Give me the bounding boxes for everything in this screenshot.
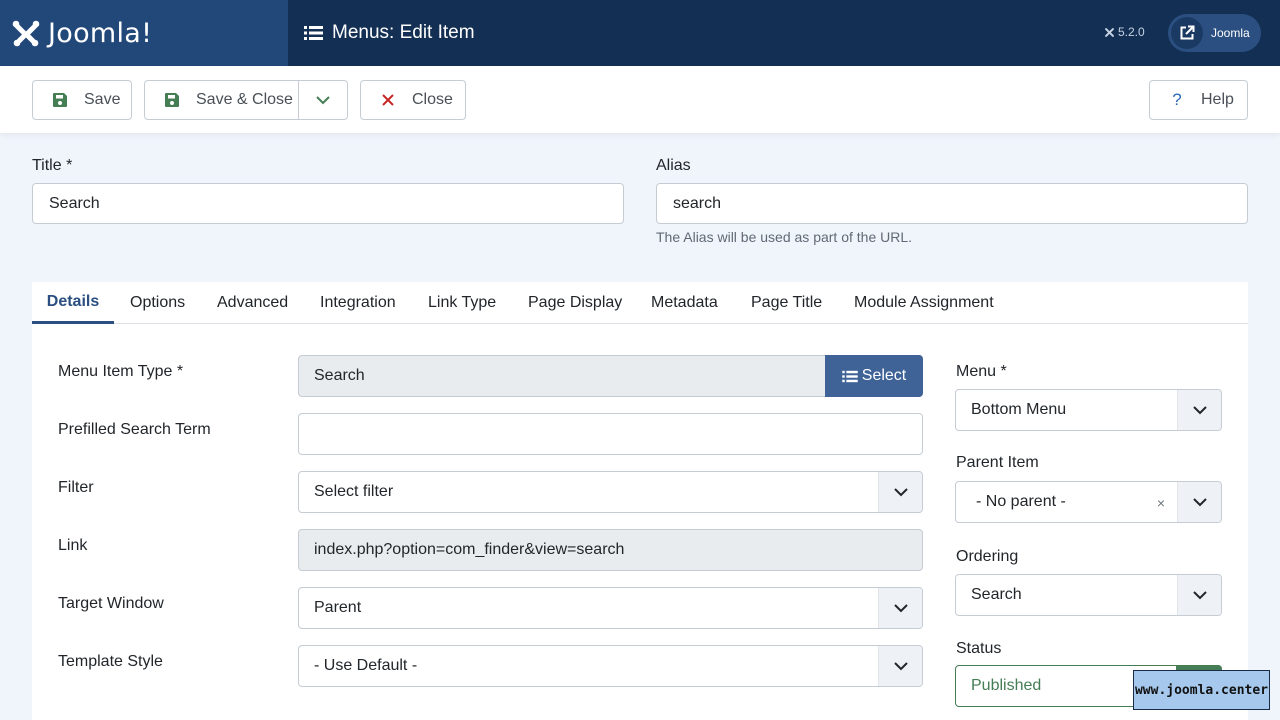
target-window-select[interactable]: Parent <box>298 587 923 629</box>
version-info: 5.2.0 <box>1104 25 1145 39</box>
tab-module-assignment[interactable]: Module Assignment <box>854 282 994 324</box>
question-icon: ? <box>1172 90 1182 109</box>
select-type-button[interactable]: Select <box>825 355 923 397</box>
filter-label: Filter <box>58 479 94 496</box>
tab-bar: Details Options Advanced Integration Lin… <box>32 282 1248 324</box>
user-menu-button[interactable]: Joomla <box>1168 14 1261 52</box>
clear-icon[interactable]: × <box>1157 495 1165 511</box>
filter-select[interactable]: Select filter <box>298 471 923 513</box>
parent-item-value: - No parent - <box>976 493 1066 510</box>
chevron-down-icon <box>1177 575 1221 615</box>
help-button[interactable]: ? Help <box>1149 80 1248 120</box>
parent-item-label: Parent Item <box>956 454 1039 471</box>
alias-input[interactable]: search <box>656 183 1248 224</box>
status-label: Status <box>956 640 1002 657</box>
link-field: index.php?option=com_finder&view=search <box>298 529 923 571</box>
alias-hint: The Alias will be used as part of the UR… <box>656 229 913 245</box>
close-label: Close <box>412 91 453 108</box>
save-close-button[interactable]: Save & Close <box>144 80 348 120</box>
prefilled-search-input[interactable] <box>298 413 923 455</box>
button-divider <box>298 81 299 119</box>
menu-value: Bottom Menu <box>971 401 1067 418</box>
user-label: Joomla <box>1211 26 1250 40</box>
top-header: Joomla! Menus: Edit Item 5.2.0 Joomla <box>0 0 1280 66</box>
tab-details[interactable]: Details <box>32 282 114 324</box>
ordering-label: Ordering <box>956 548 1019 565</box>
list-icon <box>304 26 323 40</box>
parent-item-select[interactable]: - No parent - × <box>955 481 1222 523</box>
page-title: Menus: Edit Item <box>304 0 475 66</box>
template-style-value: - Use Default - <box>314 657 418 674</box>
watermark-badge: www.joomla.center <box>1133 670 1270 710</box>
joomla-logo-icon <box>12 20 40 47</box>
tab-page-title[interactable]: Page Title <box>751 282 822 324</box>
save-button[interactable]: Save <box>32 80 132 120</box>
save-icon <box>52 92 68 108</box>
alias-label: Alias <box>656 157 691 174</box>
target-window-label: Target Window <box>58 595 164 612</box>
ordering-value: Search <box>971 586 1022 603</box>
filter-value: Select filter <box>314 483 394 500</box>
prefilled-search-label: Prefilled Search Term <box>58 421 211 438</box>
logo-text: Joomla! <box>48 17 153 49</box>
save-icon <box>164 92 180 108</box>
edit-panel: Details Options Advanced Integration Lin… <box>32 282 1248 720</box>
joomla-small-icon <box>1105 27 1114 37</box>
joomla-logo[interactable]: Joomla! <box>0 0 288 66</box>
chevron-down-icon <box>878 472 922 512</box>
toolbar: Save Save & Close Close ? Help <box>0 66 1280 133</box>
chevron-down-icon <box>878 588 922 628</box>
help-label: Help <box>1201 91 1234 108</box>
tab-metadata[interactable]: Metadata <box>651 282 718 324</box>
tab-options[interactable]: Options <box>130 282 185 324</box>
close-icon <box>380 92 396 108</box>
chevron-down-icon <box>878 646 922 686</box>
title-label: Title * <box>32 157 73 174</box>
tab-page-display[interactable]: Page Display <box>528 282 622 324</box>
ordering-select[interactable]: Search <box>955 574 1222 616</box>
chevron-down-icon[interactable] <box>315 92 331 108</box>
menu-item-type-value: Search <box>314 367 365 384</box>
tab-integration[interactable]: Integration <box>320 282 396 324</box>
menu-item-type-label: Menu Item Type * <box>58 363 184 380</box>
version-label: 5.2.0 <box>1118 25 1145 39</box>
list-icon <box>842 370 858 382</box>
tab-link-type[interactable]: Link Type <box>428 282 496 324</box>
external-link-icon <box>1171 17 1203 49</box>
chevron-down-icon <box>1177 482 1221 522</box>
close-button[interactable]: Close <box>360 80 466 120</box>
link-label: Link <box>58 537 88 554</box>
save-close-label: Save & Close <box>196 91 293 108</box>
menu-select[interactable]: Bottom Menu <box>955 389 1222 431</box>
save-label: Save <box>84 91 121 108</box>
target-window-value: Parent <box>314 599 362 616</box>
template-style-label: Template Style <box>58 653 163 670</box>
tab-advanced[interactable]: Advanced <box>217 282 288 324</box>
template-style-select[interactable]: - Use Default - <box>298 645 923 687</box>
status-value: Published <box>971 677 1042 694</box>
select-label: Select <box>861 367 907 384</box>
menu-item-type-field: Search Select <box>298 355 923 397</box>
menu-label: Menu * <box>956 363 1007 380</box>
title-input[interactable]: Search <box>32 183 624 224</box>
chevron-down-icon <box>1177 390 1221 430</box>
page-title-text: Menus: Edit Item <box>332 22 475 43</box>
